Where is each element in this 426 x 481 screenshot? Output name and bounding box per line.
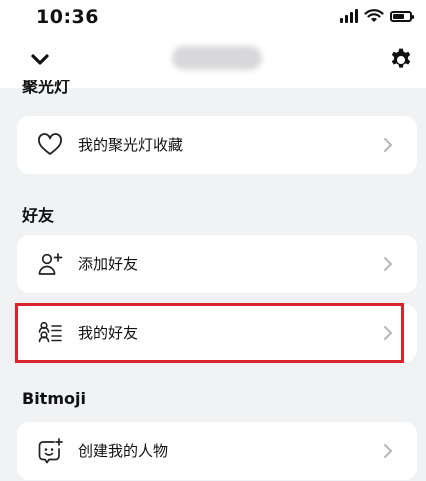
section-header-bitmoji: Bitmoji xyxy=(22,389,86,408)
collapse-chevron-down-icon[interactable] xyxy=(28,48,52,72)
heart-icon xyxy=(38,133,62,155)
list-item-my-friends[interactable]: 我的好友 xyxy=(17,304,417,362)
chevron-right-icon xyxy=(384,257,392,271)
chevron-right-icon xyxy=(384,444,392,458)
list-item-label: 我的聚光灯收藏 xyxy=(78,136,184,154)
list-item-add-friends[interactable]: 添加好友 xyxy=(17,235,417,293)
list-item-label: 创建我的人物 xyxy=(78,442,169,460)
bitmoji-face-icon xyxy=(38,438,63,464)
add-friend-icon xyxy=(38,253,63,275)
friends-list-icon xyxy=(38,321,62,343)
status-time: 10:36 xyxy=(36,6,99,28)
wifi-icon xyxy=(364,9,384,22)
top-bar: 10:36 xyxy=(0,0,426,88)
list-item-label: 我的好友 xyxy=(78,324,139,342)
settings-gear-icon[interactable] xyxy=(388,47,414,73)
list-item-create-avatar[interactable]: 创建我的人物 xyxy=(17,422,417,480)
chevron-right-icon xyxy=(384,138,392,152)
profile-name-blurred xyxy=(172,46,262,70)
battery-icon xyxy=(390,10,414,22)
section-header-spotlight: 聚光灯 xyxy=(22,80,71,94)
list-item-spotlight-favorites[interactable]: 我的聚光灯收藏 xyxy=(17,116,417,174)
status-icons xyxy=(340,8,414,24)
cellular-signal-icon xyxy=(340,9,358,23)
list-item-label: 添加好友 xyxy=(78,255,139,273)
section-header-friends: 好友 xyxy=(22,206,55,225)
chevron-right-icon xyxy=(384,326,392,340)
